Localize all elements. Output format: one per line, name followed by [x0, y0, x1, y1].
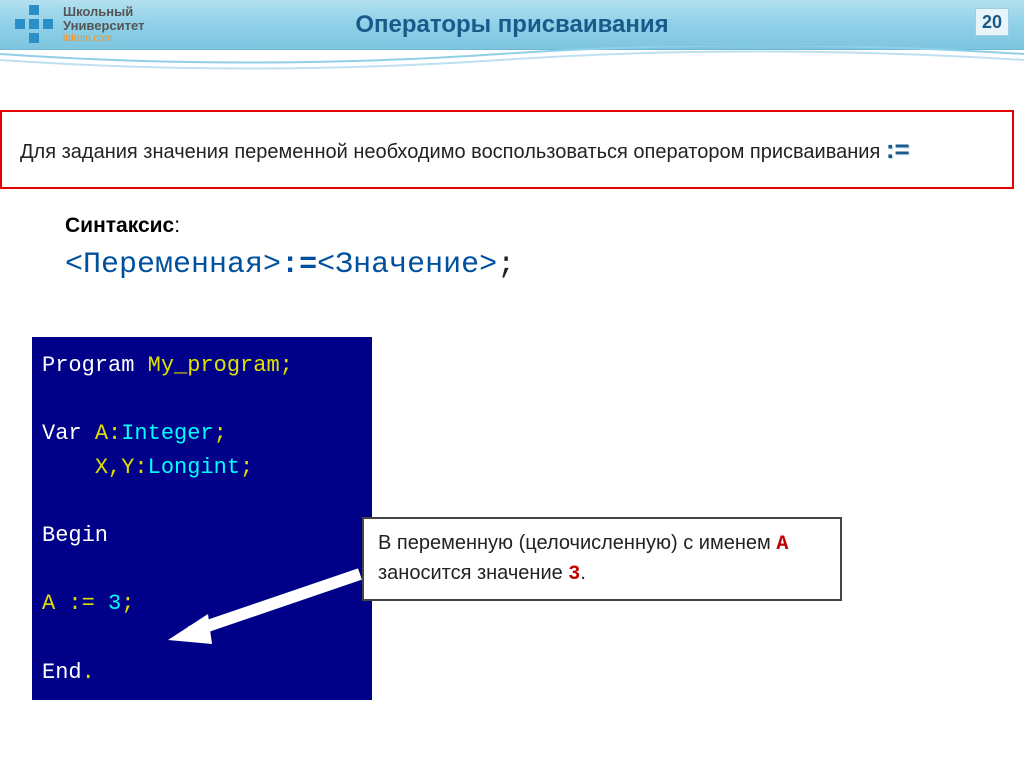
semi: ;	[240, 455, 253, 480]
syntax-operator: :=	[281, 248, 317, 282]
semi: ;	[121, 591, 134, 616]
callout-text-3: .	[580, 562, 586, 584]
kw-var: Var	[42, 421, 82, 446]
decl-xy: X,Y	[95, 455, 135, 480]
syntax-semicolon: ;	[497, 248, 515, 282]
syntax-variable: Переменная	[83, 248, 263, 282]
colon: :	[134, 455, 147, 480]
assign-op: :=	[68, 591, 94, 616]
assign-lhs: A	[42, 591, 55, 616]
program-name: My_program	[148, 353, 280, 378]
callout-text-1: В переменную (целочисленную) с именем	[378, 532, 776, 554]
header-divider	[0, 46, 1024, 76]
callout-val-3: 3	[568, 563, 580, 586]
semi: ;	[280, 353, 293, 378]
syntax-template: <Переменная>:=<Значение>;	[65, 248, 1024, 282]
definition-text: Для задания значения переменной необходи…	[20, 141, 886, 163]
callout-box: В переменную (целочисленную) с именем A …	[362, 517, 842, 601]
assign-rhs: 3	[108, 591, 121, 616]
syntax-label-colon: :	[174, 214, 180, 237]
code-wrapper: Program My_program; Var A:Integer; X,Y:L…	[0, 337, 1024, 700]
dot: .	[82, 660, 95, 685]
syntax-value: Значение	[335, 248, 479, 282]
page-number: 20	[975, 8, 1009, 36]
content: Для задания значения переменной необходи…	[0, 50, 1024, 700]
code-block: Program My_program; Var A:Integer; X,Y:L…	[32, 337, 372, 700]
syntax-label: Синтаксис:	[65, 214, 1024, 238]
type-integer: Integer	[121, 421, 213, 446]
definition-box: Для задания значения переменной необходи…	[0, 110, 1014, 189]
decl-a: A	[95, 421, 108, 446]
callout-text-2: заносится значение	[378, 562, 568, 584]
syntax-label-text: Синтаксис	[65, 214, 174, 237]
page-title: Операторы присваивания	[0, 11, 1024, 39]
kw-begin: Begin	[42, 523, 108, 548]
semi: ;	[214, 421, 227, 446]
kw-program: Program	[42, 353, 134, 378]
callout-var-a: A	[776, 533, 788, 556]
header: Школьный Университет itdrom.com Оператор…	[0, 0, 1024, 50]
kw-end: End	[42, 660, 82, 685]
type-longint: Longint	[148, 455, 240, 480]
colon: :	[108, 421, 121, 446]
assignment-operator-symbol: :=	[886, 134, 910, 164]
